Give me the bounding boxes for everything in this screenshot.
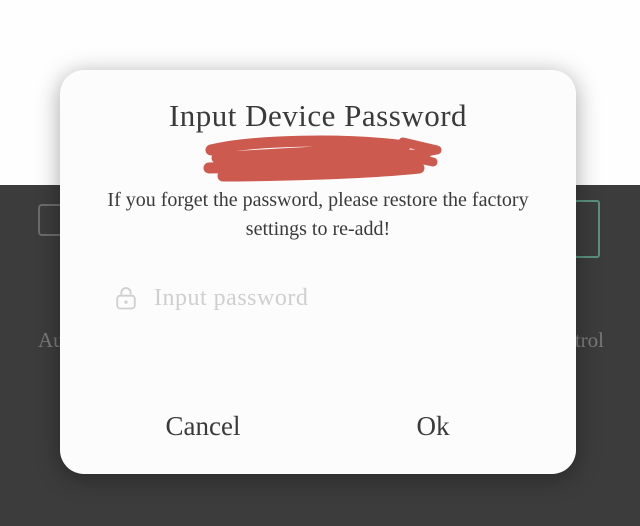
password-input-row: [88, 284, 548, 312]
lock-icon: [112, 284, 140, 312]
cancel-button[interactable]: Cancel: [88, 378, 318, 474]
redacted-scribble: [88, 136, 548, 180]
dialog-button-row: Cancel Ok: [88, 378, 548, 474]
background-right-icon: [574, 200, 600, 258]
password-dialog: Input Device Password If you forget the …: [60, 70, 576, 474]
background-right-label: trol: [575, 328, 604, 353]
password-input[interactable]: [154, 285, 548, 312]
ok-button[interactable]: Ok: [318, 378, 548, 474]
scribble-icon: [193, 132, 443, 184]
dialog-title: Input Device Password: [88, 98, 548, 134]
dialog-message: If you forget the password, please resto…: [88, 186, 548, 244]
